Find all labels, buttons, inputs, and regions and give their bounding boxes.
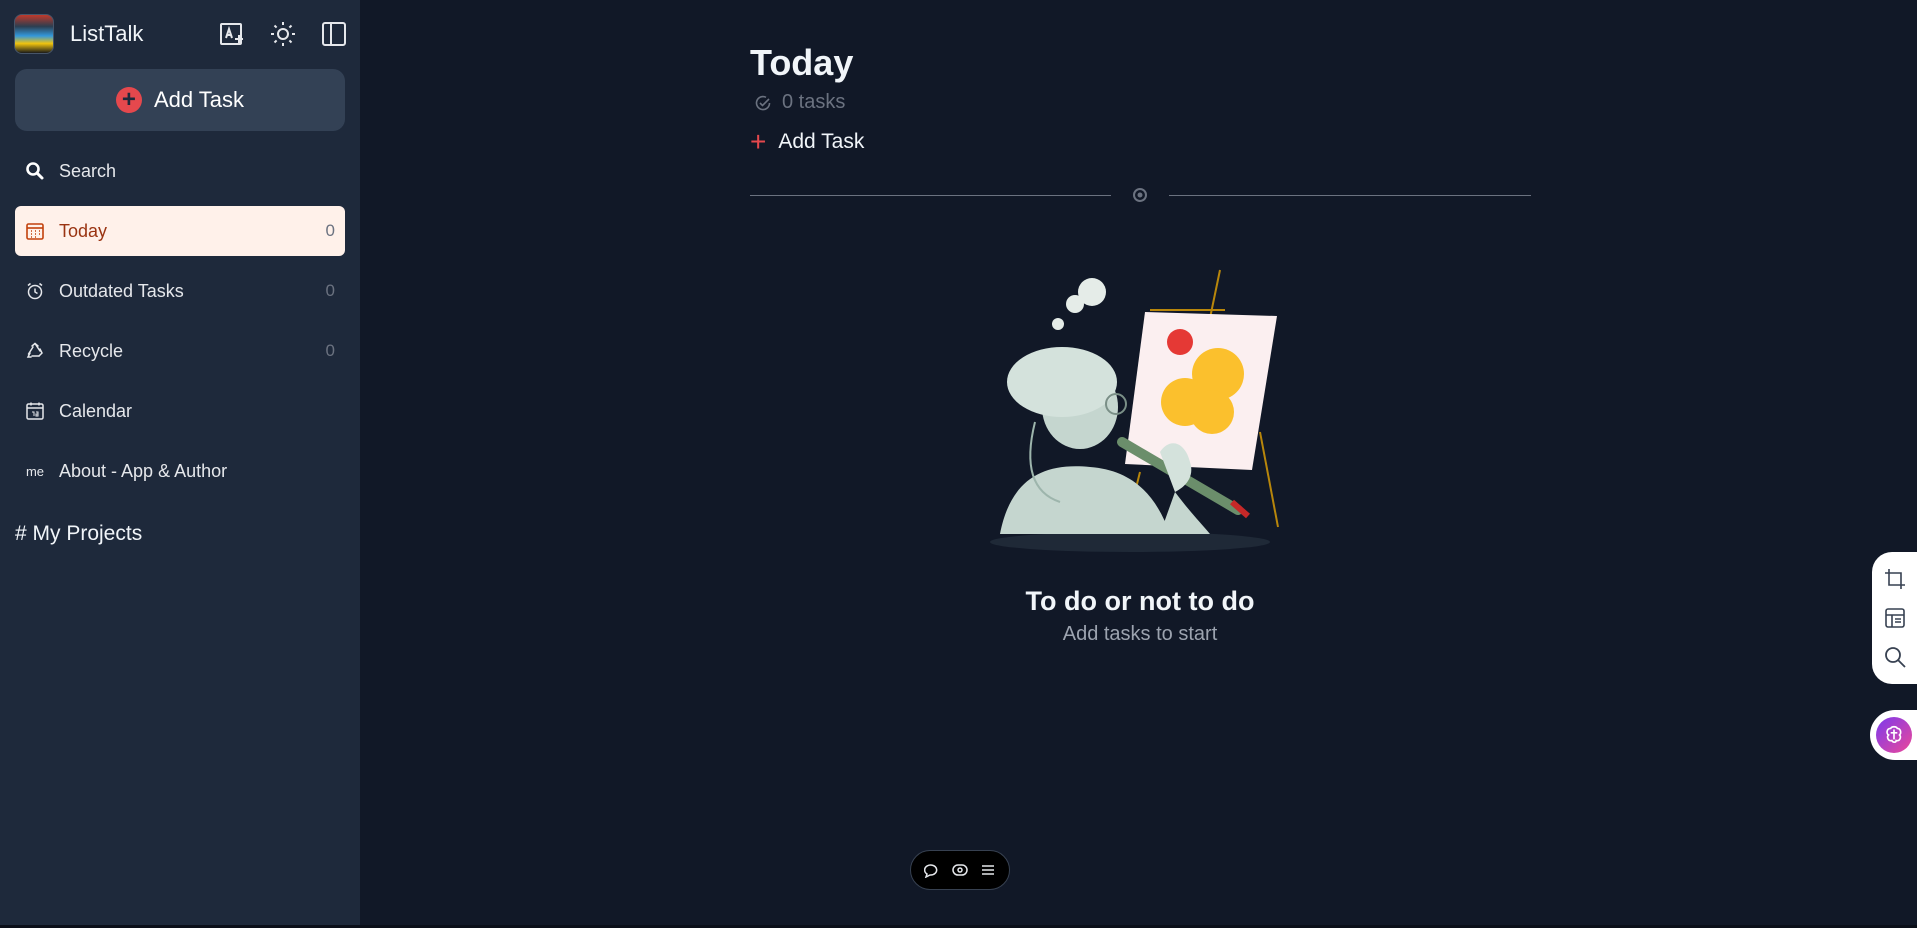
- empty-state: To do or not to do Add tasks to start: [940, 586, 1340, 646]
- divider-right: [1169, 195, 1531, 196]
- task-count: 0 tasks: [754, 91, 845, 114]
- empty-state-title: To do or not to do: [1025, 586, 1255, 616]
- sidebar-item-label: Recycle: [59, 340, 124, 361]
- add-task-label: Add Task: [153, 87, 245, 112]
- calendar-icon: [25, 401, 45, 421]
- add-task-inline-label: Add Task: [778, 130, 865, 153]
- magnifier-icon[interactable]: [1883, 645, 1907, 669]
- empty-state-illustration: [990, 269, 1279, 552]
- add-task-inline-button[interactable]: + Add Task: [750, 128, 864, 156]
- header-icons: [216, 18, 350, 50]
- app-logo: [14, 14, 54, 54]
- check-circle-icon: [755, 95, 771, 110]
- sidebar-item-outdated-tasks[interactable]: Outdated Tasks 0: [15, 266, 345, 316]
- right-tools-panel: [1872, 552, 1917, 684]
- sidebar-item-today[interactable]: Today 0: [15, 206, 345, 256]
- sidebar: ListTalk + Add Task Search Today 0 Outda…: [0, 0, 360, 928]
- page-title: Today: [750, 42, 854, 83]
- plus-circle-icon: +: [115, 87, 142, 113]
- brand[interactable]: ListTalk: [14, 14, 143, 54]
- sidebar-item-label: Today: [59, 220, 108, 241]
- search-icon: [25, 161, 45, 181]
- alarm-clock-icon: [25, 281, 45, 301]
- my-projects-heading[interactable]: # My Projects: [15, 522, 142, 546]
- sidebar-toggle-icon[interactable]: [318, 18, 350, 50]
- sidebar-item-label: Outdated Tasks: [59, 280, 184, 301]
- crop-icon[interactable]: [1883, 567, 1907, 591]
- floating-toolbar: [910, 850, 1010, 890]
- add-task-button[interactable]: + Add Task: [15, 69, 345, 131]
- ai-brain-icon: [1875, 717, 1912, 753]
- me-icon: me: [25, 463, 45, 479]
- sidebar-item-calendar[interactable]: Calendar: [15, 386, 345, 436]
- empty-state-subtitle: Add tasks to start: [1062, 623, 1218, 645]
- calendar-grid-icon: [25, 221, 45, 241]
- sidebar-item-search[interactable]: Search: [15, 146, 345, 196]
- task-count-badge: 0: [325, 221, 335, 240]
- task-count-badge: 0: [325, 281, 335, 300]
- divider-ornament-icon: [1133, 188, 1147, 202]
- sidebar-item-about[interactable]: me About - App & Author: [15, 446, 345, 496]
- eye-icon[interactable]: [952, 862, 968, 878]
- sidebar-item-label: Calendar: [59, 400, 133, 421]
- sun-icon[interactable]: [267, 18, 299, 50]
- sidebar-item-label: Search: [59, 160, 117, 181]
- plus-icon: +: [750, 126, 767, 157]
- chat-icon[interactable]: [924, 862, 940, 878]
- sidebar-item-recycle[interactable]: Recycle 0: [15, 326, 345, 376]
- reader-icon[interactable]: [1883, 606, 1907, 630]
- translate-icon[interactable]: [216, 18, 248, 50]
- recycle-icon: [25, 341, 45, 361]
- app-name: ListTalk: [70, 21, 144, 46]
- task-count-badge: 0: [325, 341, 335, 360]
- divider-left: [750, 195, 1111, 196]
- menu-icon[interactable]: [980, 862, 996, 878]
- task-count-text: 0 tasks: [782, 91, 846, 113]
- sidebar-item-label: About - App & Author: [59, 460, 228, 481]
- ai-assistant-button[interactable]: [1870, 710, 1917, 760]
